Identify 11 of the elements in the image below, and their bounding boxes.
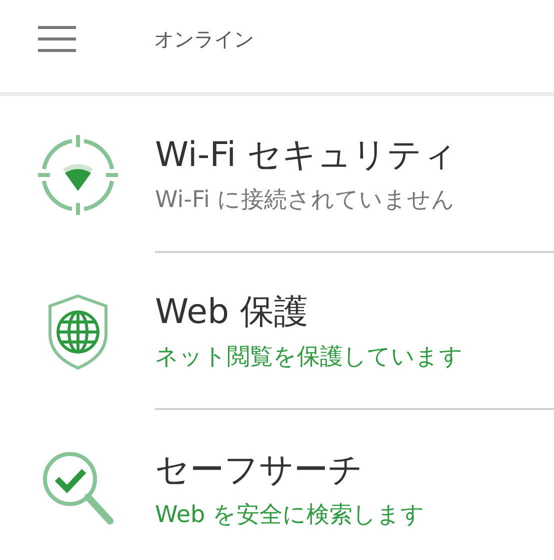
wifi-target-icon	[38, 134, 118, 214]
feature-title: Web 保護	[155, 291, 309, 334]
search-check-icon	[42, 450, 114, 526]
feature-title: セーフサーチ	[155, 449, 364, 492]
feature-status: ネット閲覧を保護しています	[155, 343, 464, 372]
feature-status: Web を安全に検索します	[155, 501, 426, 530]
feature-status: Wi-Fi に接続されていません	[155, 186, 456, 215]
app-title: オンライン	[154, 26, 254, 52]
menu-icon[interactable]	[38, 26, 76, 52]
shield-globe-icon	[46, 294, 108, 370]
feature-title: Wi-Fi セキュリティ	[155, 134, 458, 177]
